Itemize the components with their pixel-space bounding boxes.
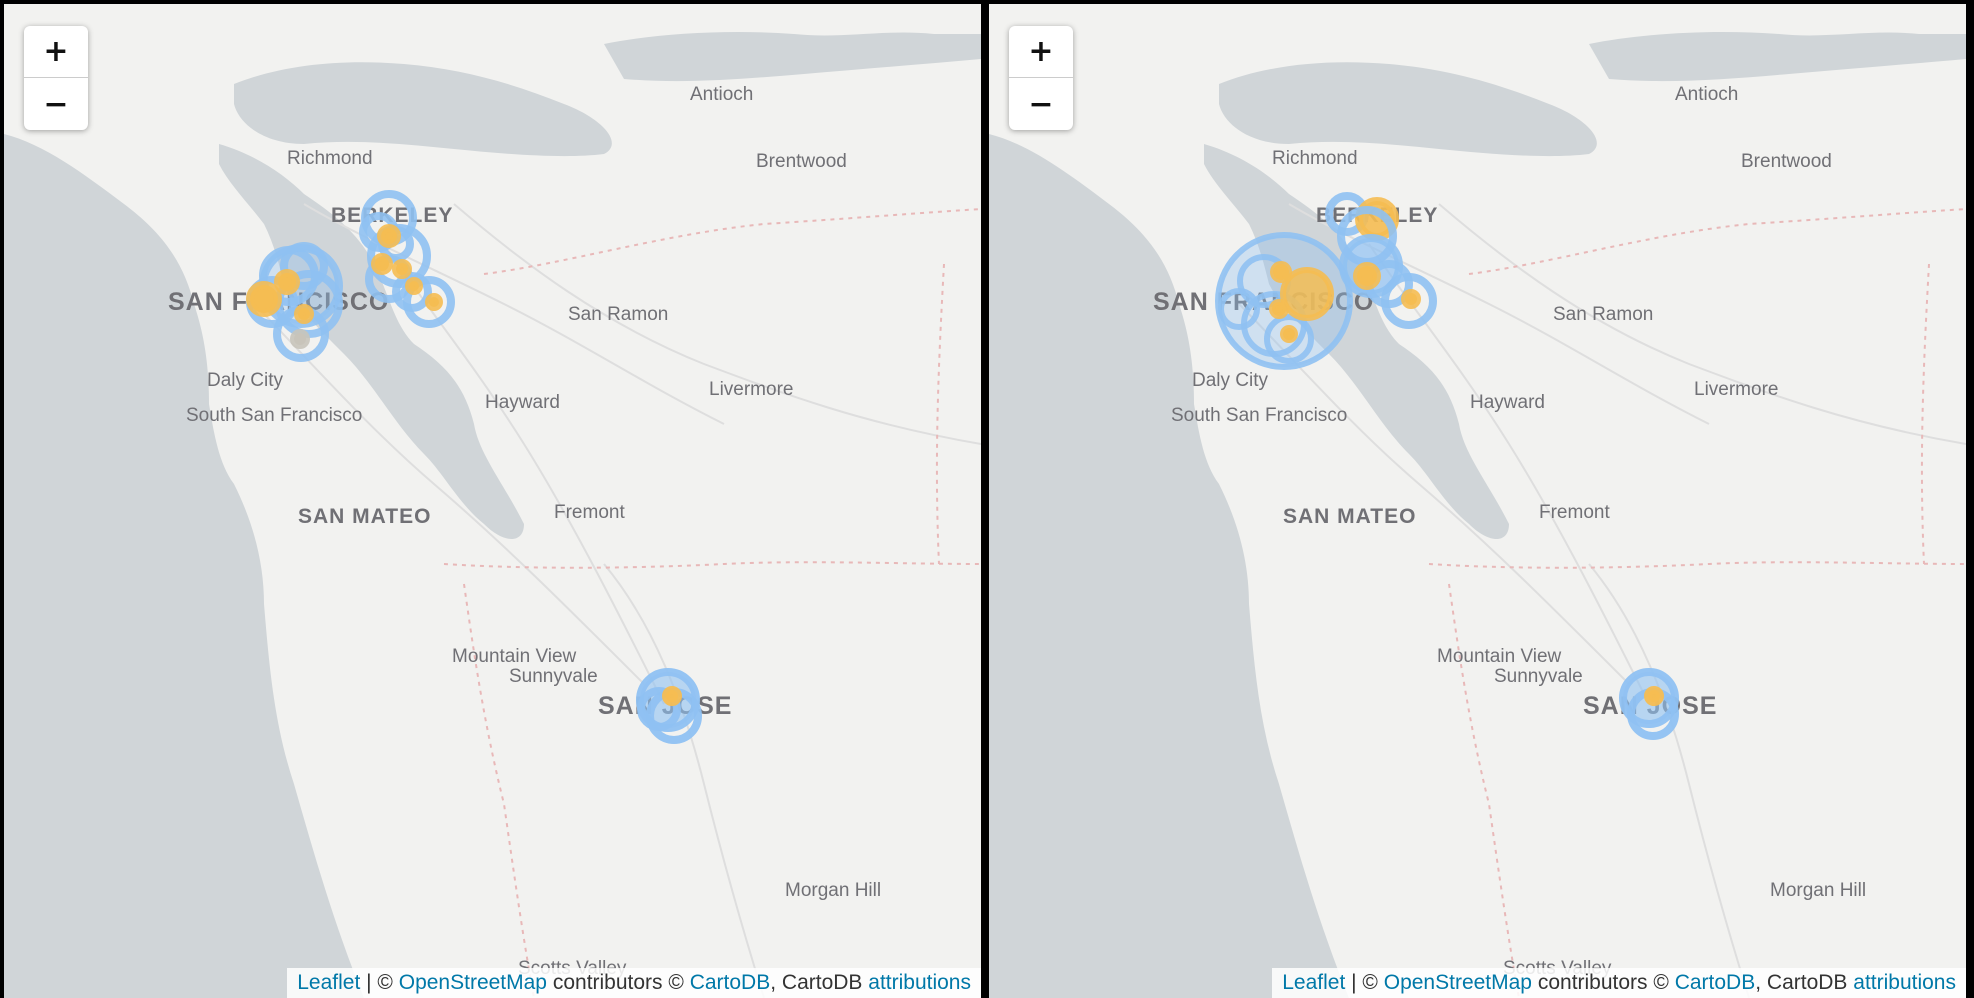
zoom-out-button[interactable]: − xyxy=(1009,78,1073,130)
marker-cluster-san-jose[interactable] xyxy=(636,668,702,744)
leaflet-link[interactable]: Leaflet xyxy=(297,971,360,995)
label-sunnyvale: Sunnyvale xyxy=(509,666,598,687)
osm-link[interactable]: OpenStreetMap xyxy=(399,971,547,995)
san-pablo-bay xyxy=(1219,62,1597,157)
label-south-sf: South San Francisco xyxy=(186,405,362,426)
label-daly-city: Daly City xyxy=(1192,370,1269,391)
maps-container: Antioch Richmond Brentwood BERKELEY SAN … xyxy=(0,0,1974,998)
label-san-mateo: SAN MATEO xyxy=(298,505,431,528)
label-south-sf: South San Francisco xyxy=(1171,405,1347,426)
attribution-contributors: contributors © xyxy=(547,971,690,994)
label-mountain-view: Mountain View xyxy=(452,646,577,667)
attribution-contributors: contributors © xyxy=(1532,971,1675,994)
attribution-cartodb-text: , CartoDB xyxy=(770,971,869,994)
attribution-cartodb-text: , CartoDB xyxy=(1755,971,1854,994)
delta-water xyxy=(604,32,981,82)
marker-cluster-san-jose[interactable] xyxy=(1619,668,1679,740)
label-livermore: Livermore xyxy=(1694,379,1778,400)
zoom-out-button[interactable]: − xyxy=(24,78,88,130)
map-panel-left[interactable]: Antioch Richmond Brentwood BERKELEY SAN … xyxy=(4,4,981,998)
label-morgan-hill: Morgan Hill xyxy=(1770,880,1866,901)
zoom-control: + − xyxy=(24,26,88,130)
cartodb-link[interactable]: CartoDB xyxy=(690,971,771,995)
label-daly-city: Daly City xyxy=(207,370,284,391)
label-fremont: Fremont xyxy=(1539,502,1610,523)
zoom-in-button[interactable]: + xyxy=(24,26,88,78)
label-morgan-hill: Morgan Hill xyxy=(785,880,881,901)
san-pablo-bay xyxy=(234,62,612,157)
map-attribution: Leaflet | © OpenStreetMap contributors ©… xyxy=(287,968,981,998)
label-mountain-view: Mountain View xyxy=(1437,646,1562,667)
label-san-ramon: San Ramon xyxy=(568,304,668,325)
marker-cluster-sf[interactable] xyxy=(1215,232,1353,370)
attributions-link[interactable]: attributions xyxy=(1853,971,1956,995)
label-san-mateo: SAN MATEO xyxy=(1283,505,1416,528)
label-brentwood: Brentwood xyxy=(756,151,847,172)
label-brentwood: Brentwood xyxy=(1741,151,1832,172)
label-antioch: Antioch xyxy=(1675,84,1738,105)
cartodb-link[interactable]: CartoDB xyxy=(1675,971,1756,995)
label-hayward: Hayward xyxy=(1470,392,1545,413)
map-attribution: Leaflet | © OpenStreetMap contributors ©… xyxy=(1272,968,1966,998)
map-tiles[interactable]: Antioch Richmond Brentwood BERKELEY SAN … xyxy=(4,4,981,998)
label-sunnyvale: Sunnyvale xyxy=(1494,666,1583,687)
label-fremont: Fremont xyxy=(554,502,625,523)
label-hayward: Hayward xyxy=(485,392,560,413)
zoom-in-button[interactable]: + xyxy=(1009,26,1073,78)
marker-cluster-sf[interactable] xyxy=(246,242,343,362)
label-richmond: Richmond xyxy=(287,148,373,169)
label-san-ramon: San Ramon xyxy=(1553,304,1653,325)
leaflet-link[interactable]: Leaflet xyxy=(1282,971,1345,995)
delta-water xyxy=(1589,32,1966,82)
label-richmond: Richmond xyxy=(1272,148,1358,169)
label-livermore: Livermore xyxy=(709,379,793,400)
map-tiles[interactable]: Antioch Richmond Brentwood BERKELEY SAN … xyxy=(989,4,1966,998)
osm-link[interactable]: OpenStreetMap xyxy=(1384,971,1532,995)
attribution-separator: | © xyxy=(360,971,399,994)
attributions-link[interactable]: attributions xyxy=(868,971,971,995)
label-antioch: Antioch xyxy=(690,84,753,105)
zoom-control: + − xyxy=(1009,26,1073,130)
attribution-separator: | © xyxy=(1345,971,1384,994)
map-panel-right[interactable]: Antioch Richmond Brentwood BERKELEY SAN … xyxy=(989,4,1966,998)
